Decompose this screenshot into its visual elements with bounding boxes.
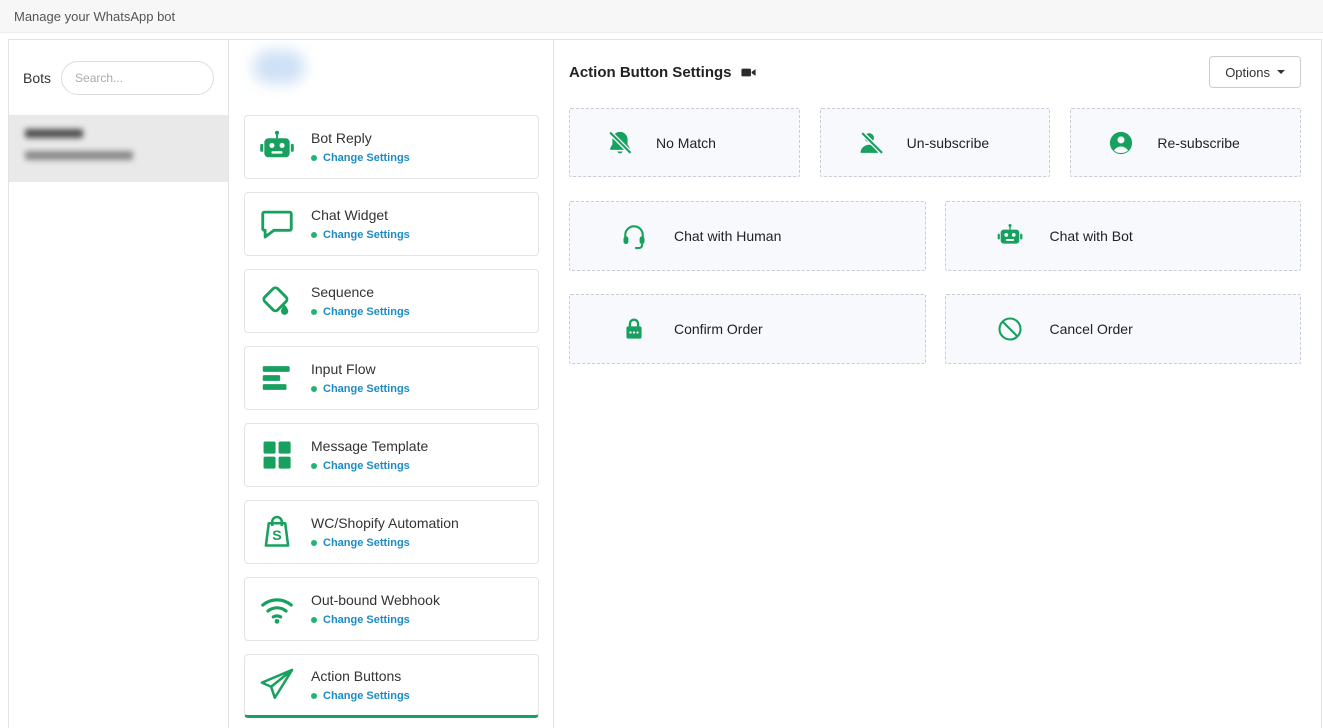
redacted-bot-name bbox=[25, 129, 83, 138]
change-settings-link[interactable]: Change Settings bbox=[311, 383, 410, 395]
feature-title: WC/Shopify Automation bbox=[311, 515, 459, 531]
change-settings-link[interactable]: Change Settings bbox=[311, 306, 410, 318]
feature-title: Message Template bbox=[311, 438, 428, 454]
robot-icon bbox=[996, 222, 1024, 250]
paint-drop-icon bbox=[257, 281, 297, 321]
bot-list-item-selected[interactable] bbox=[9, 115, 228, 182]
shopify-bag-icon: S bbox=[257, 512, 297, 552]
bars-icon bbox=[257, 358, 297, 398]
action-button-settings-panel: Action Button Settings Options No Match bbox=[554, 40, 1321, 728]
features-column: Bot Reply Change Settings Chat Widget bbox=[229, 40, 554, 728]
change-settings-link[interactable]: Change Settings bbox=[311, 690, 410, 702]
svg-text:S: S bbox=[272, 528, 282, 544]
feature-card-chat-widget[interactable]: Chat Widget Change Settings bbox=[244, 192, 539, 256]
bots-sidebar-header: Bots bbox=[9, 40, 228, 115]
user-circle-icon bbox=[1107, 129, 1135, 157]
feature-card-message-template[interactable]: Message Template Change Settings bbox=[244, 423, 539, 487]
change-settings-link[interactable]: Change Settings bbox=[311, 614, 440, 626]
action-confirm-order[interactable]: Confirm Order bbox=[569, 294, 926, 364]
action-chat-with-bot[interactable]: Chat with Bot bbox=[945, 201, 1302, 271]
action-no-match[interactable]: No Match bbox=[569, 108, 800, 177]
feature-title: Out-bound Webhook bbox=[311, 592, 440, 608]
feature-title: Action Buttons bbox=[311, 668, 410, 684]
bots-sidebar: Bots bbox=[9, 40, 229, 728]
change-settings-link[interactable]: Change Settings bbox=[311, 152, 410, 164]
change-settings-link[interactable]: Change Settings bbox=[311, 460, 428, 472]
green-dot-icon bbox=[311, 463, 317, 469]
panel-header: Action Button Settings Options bbox=[569, 56, 1301, 88]
wifi-icon bbox=[257, 589, 297, 629]
feature-card-shopify-automation[interactable]: S WC/Shopify Automation Change Settings bbox=[244, 500, 539, 564]
feature-title: Chat Widget bbox=[311, 207, 410, 223]
redacted-bot-number bbox=[25, 151, 133, 160]
page-title: Manage your WhatsApp bot bbox=[14, 9, 175, 24]
green-dot-icon bbox=[311, 693, 317, 699]
action-resubscribe[interactable]: Re-subscribe bbox=[1070, 108, 1301, 177]
action-cancel-order[interactable]: Cancel Order bbox=[945, 294, 1302, 364]
chat-bubble-icon bbox=[257, 204, 297, 244]
blurred-avatar bbox=[253, 50, 305, 84]
green-dot-icon bbox=[311, 540, 317, 546]
green-dot-icon bbox=[311, 386, 317, 392]
feature-title: Sequence bbox=[311, 284, 410, 300]
panel-title: Action Button Settings bbox=[569, 64, 731, 81]
search-input[interactable] bbox=[61, 61, 214, 95]
feature-title: Input Flow bbox=[311, 361, 410, 377]
feature-card-sequence[interactable]: Sequence Change Settings bbox=[244, 269, 539, 333]
action-row-3: Confirm Order Cancel Order bbox=[569, 294, 1301, 364]
feature-card-input-flow[interactable]: Input Flow Change Settings bbox=[244, 346, 539, 410]
action-row-2: Chat with Human Chat with Bot bbox=[569, 201, 1301, 271]
action-unsubscribe[interactable]: Un-subscribe bbox=[820, 108, 1051, 177]
paper-plane-icon bbox=[257, 665, 297, 705]
headset-icon bbox=[620, 222, 648, 250]
feature-card-bot-reply[interactable]: Bot Reply Change Settings bbox=[244, 115, 539, 179]
change-settings-link[interactable]: Change Settings bbox=[311, 537, 459, 549]
main-content: Bots Bot Reply Change Settings bbox=[8, 39, 1322, 728]
video-camera-icon[interactable] bbox=[740, 64, 757, 81]
padlock-icon bbox=[620, 315, 648, 343]
options-button[interactable]: Options bbox=[1209, 56, 1301, 88]
action-chat-with-human[interactable]: Chat with Human bbox=[569, 201, 926, 271]
feature-card-outbound-webhook[interactable]: Out-bound Webhook Change Settings bbox=[244, 577, 539, 641]
green-dot-icon bbox=[311, 309, 317, 315]
feature-card-action-buttons[interactable]: Action Buttons Change Settings bbox=[244, 654, 539, 718]
robot-icon bbox=[257, 127, 297, 167]
feature-list: Bot Reply Change Settings Chat Widget bbox=[229, 115, 553, 718]
change-settings-link[interactable]: Change Settings bbox=[311, 229, 410, 241]
green-dot-icon bbox=[311, 155, 317, 161]
user-slash-icon bbox=[857, 129, 885, 157]
action-row-1: No Match Un-subscribe Re-subscribe bbox=[569, 108, 1301, 177]
bots-label: Bots bbox=[23, 70, 51, 86]
chevron-down-icon bbox=[1277, 70, 1285, 74]
bell-slash-icon bbox=[606, 129, 634, 157]
feature-title: Bot Reply bbox=[311, 130, 410, 146]
green-dot-icon bbox=[311, 232, 317, 238]
grid-icon bbox=[257, 435, 297, 475]
green-dot-icon bbox=[311, 617, 317, 623]
action-grid: No Match Un-subscribe Re-subscribe bbox=[569, 108, 1301, 364]
top-bar: Manage your WhatsApp bot bbox=[0, 0, 1323, 33]
ban-icon bbox=[996, 315, 1024, 343]
